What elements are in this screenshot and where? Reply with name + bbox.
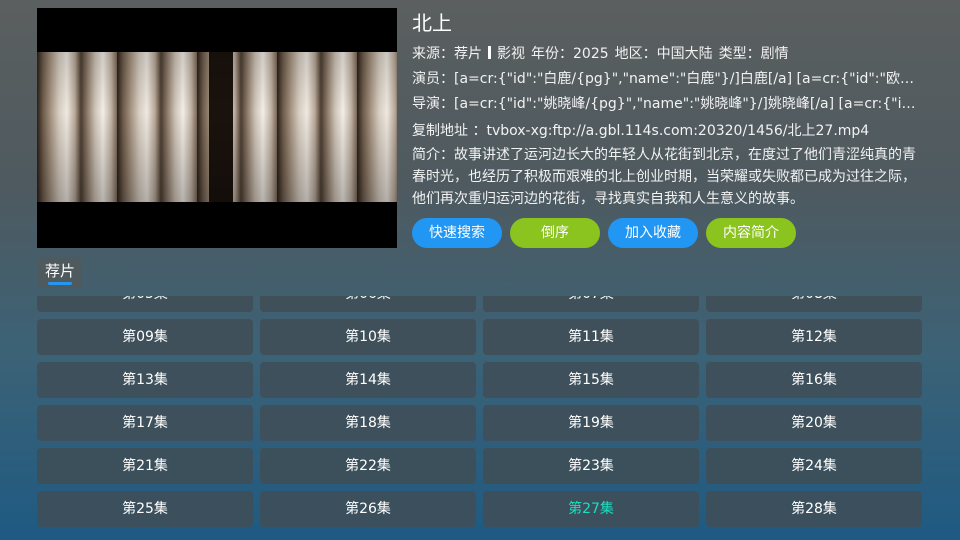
add-favorite-button[interactable]: 加入收藏: [608, 218, 698, 248]
action-buttons: 快速搜索 倒序 加入收藏 内容简介: [412, 218, 796, 248]
episode-item[interactable]: 第20集: [706, 405, 922, 441]
summary-text: 简介：故事讲述了运河边长大的年轻人从花街到北京，在度过了他们青涩纯真的青春时光，…: [412, 147, 916, 207]
episode-item[interactable]: 第09集: [37, 319, 253, 355]
region-label: 地区：中国大陆: [614, 46, 713, 62]
episode-item[interactable]: 第05集: [37, 296, 253, 312]
episode-item[interactable]: 第14集: [260, 362, 476, 398]
episode-grid: 第05集第06集第07集第08集第09集第10集第11集第12集第13集第14集…: [37, 296, 922, 527]
episode-item[interactable]: 第27集: [483, 491, 699, 527]
quick-search-button[interactable]: 快速搜索: [412, 218, 502, 248]
episode-item[interactable]: 第17集: [37, 405, 253, 441]
episode-item[interactable]: 第16集: [706, 362, 922, 398]
tab-source-jianpian[interactable]: 荐片: [38, 258, 82, 288]
genre-label: 类型：剧情: [718, 46, 789, 62]
episode-item[interactable]: 第10集: [260, 319, 476, 355]
episode-item[interactable]: 第24集: [706, 448, 922, 484]
episode-item[interactable]: 第18集: [260, 405, 476, 441]
episode-item[interactable]: 第06集: [260, 296, 476, 312]
content-summary-button[interactable]: 内容简介: [706, 218, 796, 248]
episode-item[interactable]: 第19集: [483, 405, 699, 441]
episode-item[interactable]: 第28集: [706, 491, 922, 527]
episode-item[interactable]: 第11集: [483, 319, 699, 355]
episode-item[interactable]: 第12集: [706, 319, 922, 355]
episode-item[interactable]: 第08集: [706, 296, 922, 312]
source-label: 来源：荐片: [412, 46, 482, 62]
year-label: 年份：2025: [531, 46, 609, 62]
tab-indicator: [48, 282, 72, 285]
episode-item[interactable]: 第26集: [260, 491, 476, 527]
source-tab-label: 荐片: [44, 262, 75, 280]
episode-item[interactable]: 第23集: [483, 448, 699, 484]
episode-list[interactable]: 第05集第06集第07集第08集第09集第10集第11集第12集第13集第14集…: [37, 296, 927, 540]
video-frame-overlay: [37, 52, 397, 202]
meta-line: 来源：荐片 影视 年份：2025 地区：中国大陆 类型：剧情: [412, 42, 922, 67]
reverse-order-button[interactable]: 倒序: [510, 218, 600, 248]
detail-panel: 北上 来源：荐片 影视 年份：2025 地区：中国大陆 类型：剧情 演员：[a=cr:{…: [412, 10, 932, 210]
copy-address[interactable]: 复制地址 ：tvbox-xg:ftp://a.gbl.114s.com:2032…: [412, 119, 922, 144]
episode-item[interactable]: 第22集: [260, 448, 476, 484]
video-title: 北上: [412, 11, 452, 35]
episode-item[interactable]: 第21集: [37, 448, 253, 484]
director-line: 导演：[a=cr:{"id":"姚晓峰/{pg}","name":"姚晓峰"}/…: [412, 96, 922, 112]
episode-item[interactable]: 第25集: [37, 491, 253, 527]
episode-item[interactable]: 第07集: [483, 296, 699, 312]
episode-item[interactable]: 第15集: [483, 362, 699, 398]
source-type: 影视: [497, 46, 525, 62]
episode-item[interactable]: 第13集: [37, 362, 253, 398]
separator-bar: [488, 46, 491, 59]
actors-line: 演员：[a=cr:{"id":"白鹿/{pg}","name":"白鹿"}/]白…: [412, 71, 922, 87]
video-player[interactable]: [37, 8, 397, 248]
